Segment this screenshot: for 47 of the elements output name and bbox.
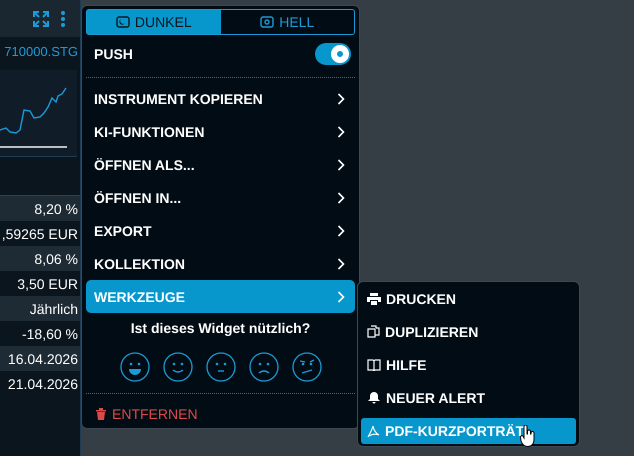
- moon-icon: [116, 16, 130, 28]
- table-cell: 8,20 %: [34, 200, 78, 216]
- instrument-symbol[interactable]: 710000.STG: [0, 37, 80, 64]
- theme-tab[interactable]: DUNKEL: [87, 10, 220, 34]
- chevron-icon: [337, 192, 345, 204]
- table-cell: 16.04.2026: [8, 350, 78, 366]
- push-toggle[interactable]: [315, 43, 351, 65]
- pdf-icon: [367, 424, 380, 438]
- submenu-item[interactable]: DUPLIZIEREN: [361, 315, 576, 348]
- push-label: PUSH: [94, 46, 133, 62]
- chevron-icon: [337, 258, 345, 270]
- chevron-icon: [337, 92, 345, 104]
- table-cell: 3,50 EUR: [17, 276, 78, 292]
- smiley-icon[interactable]: [248, 352, 278, 382]
- trash-icon: [96, 408, 106, 420]
- chevron-icon: [337, 224, 345, 236]
- table-cell: 8,06 %: [34, 250, 78, 266]
- smiley-icon[interactable]: [120, 352, 150, 382]
- expand-icon[interactable]: [32, 10, 50, 28]
- remove-button[interactable]: ENTFERNEN: [86, 398, 355, 430]
- smiley-icon[interactable]: [162, 352, 192, 382]
- more-icon[interactable]: [60, 10, 66, 28]
- table-cell: 21.04.2026: [8, 376, 78, 392]
- table-cell: ,59265 EUR: [2, 226, 78, 242]
- menu-item[interactable]: ÖFFNEN IN...: [86, 181, 355, 214]
- book-icon: [367, 358, 381, 370]
- menu-item[interactable]: ÖFFNEN ALS...: [86, 148, 355, 181]
- menu-item[interactable]: KI-FUNKTIONEN: [86, 115, 355, 148]
- copy-icon: [367, 325, 380, 338]
- smiley-icon[interactable]: [292, 352, 322, 382]
- smiley-icon[interactable]: [206, 352, 236, 382]
- menu-item[interactable]: INSTRUMENT KOPIEREN: [86, 82, 355, 115]
- menu-item[interactable]: KOLLEKTION: [86, 247, 355, 280]
- table-cell: -18,60 %: [22, 326, 78, 342]
- feedback-question: Ist dieses Widget nützlich?: [130, 320, 312, 336]
- sun-icon: [260, 16, 274, 28]
- printer-icon: [367, 292, 381, 304]
- table-cell: Jährlich: [30, 300, 78, 316]
- chevron-icon: [337, 126, 345, 138]
- menu-item[interactable]: EXPORT: [86, 214, 355, 247]
- theme-tab[interactable]: HELL: [220, 10, 354, 34]
- chevron-icon: [337, 290, 345, 302]
- bell-icon: [367, 391, 381, 404]
- chevron-icon: [337, 158, 345, 170]
- submenu-item[interactable]: HILFE: [361, 348, 576, 381]
- submenu-item[interactable]: DRUCKEN: [361, 282, 576, 315]
- submenu-item[interactable]: NEUER ALERT: [361, 381, 576, 414]
